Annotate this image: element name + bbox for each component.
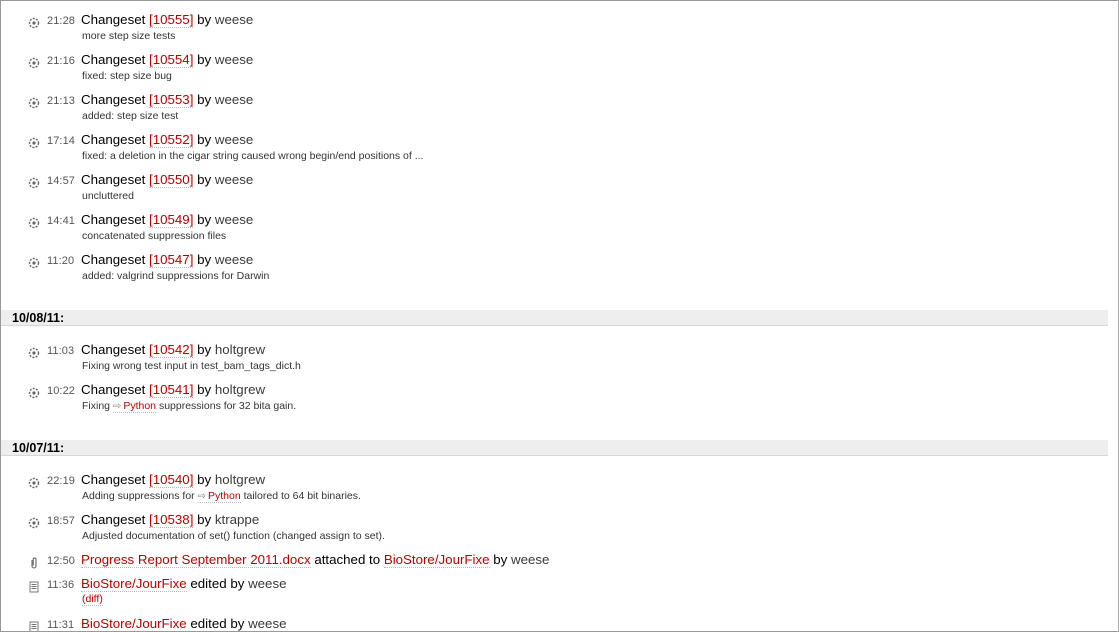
entry-time: 18:57 xyxy=(47,515,76,527)
entry-title: Changeset [10550] by weese xyxy=(81,172,254,188)
entry-time: 21:16 xyxy=(47,55,76,67)
entry-title: Changeset [10554] by weese xyxy=(81,52,254,68)
entry-time: 11:36 xyxy=(47,579,75,591)
day-header-date: 10/08/11: xyxy=(12,311,65,325)
author: holtgrew xyxy=(214,382,266,397)
wiki-page-link[interactable]: BioStore/JourFixe xyxy=(383,552,490,568)
entry-message: fixed: a deletion in the cigar string ca… xyxy=(82,150,424,162)
entry-title: Changeset [10538] by ktrappe xyxy=(81,512,260,528)
changeset-icon xyxy=(28,477,40,489)
entry-title: Changeset [10553] by weese xyxy=(81,92,254,108)
entry-message: added: step size test xyxy=(82,110,179,122)
wiki-page-icon xyxy=(29,581,39,593)
changeset-link[interactable]: [10552] xyxy=(149,132,194,148)
changeset-link[interactable]: [10541] xyxy=(149,382,194,398)
entry-title: Changeset [10542] by holtgrew xyxy=(81,342,266,358)
entry-time: 14:41 xyxy=(47,215,76,227)
changeset-icon xyxy=(28,97,40,109)
author: weese xyxy=(214,212,254,227)
day-header-date: 10/07/11: xyxy=(12,441,65,455)
entry-message: added: valgrind suppressions for Darwin xyxy=(82,270,270,282)
entry-message: Adjusted documentation of set() function… xyxy=(82,530,385,542)
changeset-icon xyxy=(28,257,40,269)
entry-title: BioStore/JourFixe edited by weese xyxy=(81,616,287,631)
entry-title: BioStore/JourFixe edited by weese xyxy=(81,576,287,592)
changeset-icon xyxy=(28,217,40,229)
changeset-link[interactable]: [10538] xyxy=(149,512,194,528)
entry-message: more step size tests xyxy=(82,30,176,42)
entry-title: Changeset [10549] by weese xyxy=(81,212,254,228)
changeset-link[interactable]: [10553] xyxy=(149,92,194,108)
wiki-link-arrow-icon: ⇨ xyxy=(197,491,206,502)
wiki-link-python[interactable]: ⇨ Python xyxy=(197,490,241,503)
entry-message: (diff) xyxy=(82,593,103,606)
author: weese xyxy=(214,12,254,27)
entry-time: 11:31 xyxy=(47,619,75,631)
changeset-icon xyxy=(28,137,40,149)
diff-link[interactable]: (diff) xyxy=(82,593,103,606)
entry-time: 12:50 xyxy=(47,555,76,567)
entry-time: 21:13 xyxy=(47,95,76,107)
attachment-link[interactable]: Progress Report September 2011.docx xyxy=(81,552,311,568)
entry-message: Fixing wrong test input in test_bam_tags… xyxy=(82,360,301,372)
entry-title: Changeset [10552] by weese xyxy=(81,132,254,148)
changeset-icon xyxy=(28,17,40,29)
wiki-link-arrow-icon: ⇨ xyxy=(112,401,122,412)
changeset-link[interactable]: [10554] xyxy=(149,52,194,68)
entry-time: 21:28 xyxy=(47,15,76,27)
paperclip-icon xyxy=(31,557,37,569)
day-header: 10/07/11: xyxy=(1,440,1108,456)
entry-time: 17:14 xyxy=(47,135,76,147)
entry-title: Progress Report September 2011.docx atta… xyxy=(81,552,550,568)
author: weese xyxy=(214,172,254,187)
author: weese xyxy=(214,52,254,67)
author: weese xyxy=(248,576,287,591)
author: weese xyxy=(214,92,254,107)
changeset-link[interactable]: [10540] xyxy=(149,472,194,488)
entry-time: 14:57 xyxy=(47,175,76,187)
day-header: 10/08/11: xyxy=(1,310,1108,326)
entry-title: Changeset [10541] by holtgrew xyxy=(81,382,266,398)
entry-time: 11:03 xyxy=(47,345,75,357)
changeset-link[interactable]: [10549] xyxy=(149,212,194,228)
entry-title: Changeset [10540] by holtgrew xyxy=(81,472,266,488)
entry-title: Changeset [10547] by weese xyxy=(81,252,254,268)
changeset-link[interactable]: [10555] xyxy=(149,12,194,28)
entry-message: Fixing ⇨ Python suppressions for 32 bita … xyxy=(82,400,297,413)
entry-message: uncluttered xyxy=(82,190,134,202)
wiki-page-icon xyxy=(29,621,39,631)
entry-message: concatenated suppression files xyxy=(82,230,227,242)
author: holtgrew xyxy=(214,342,266,357)
author: weese xyxy=(248,616,287,631)
changeset-link[interactable]: [10550] xyxy=(149,172,194,188)
entry-message: fixed: step size bug xyxy=(82,70,172,82)
entry-time: 22:19 xyxy=(47,475,76,487)
wiki-link-python[interactable]: ⇨ Python xyxy=(112,400,157,413)
timeline: 21:28 Changeset [10555] by weese more st… xyxy=(0,0,1119,632)
wiki-page-link[interactable]: BioStore/JourFixe xyxy=(81,576,187,592)
author: weese xyxy=(214,252,254,267)
changeset-icon xyxy=(28,517,40,529)
entry-time: 11:20 xyxy=(47,255,75,267)
author: weese xyxy=(510,552,550,567)
changeset-icon xyxy=(28,387,40,399)
wiki-page-link[interactable]: BioStore/JourFixe xyxy=(81,616,187,631)
changeset-link[interactable]: [10547] xyxy=(149,252,194,268)
changeset-link[interactable]: [10542] xyxy=(149,342,194,358)
changeset-icon xyxy=(28,347,40,359)
entry-message: Adding suppressions for ⇨ Python tailored… xyxy=(82,490,361,503)
entry-title: Changeset [10555] by weese xyxy=(81,12,254,28)
author: ktrappe xyxy=(214,512,260,527)
changeset-icon xyxy=(28,57,40,69)
author: weese xyxy=(214,132,254,147)
author: holtgrew xyxy=(214,472,266,487)
entry-time: 10:22 xyxy=(47,385,76,397)
changeset-icon xyxy=(28,177,40,189)
